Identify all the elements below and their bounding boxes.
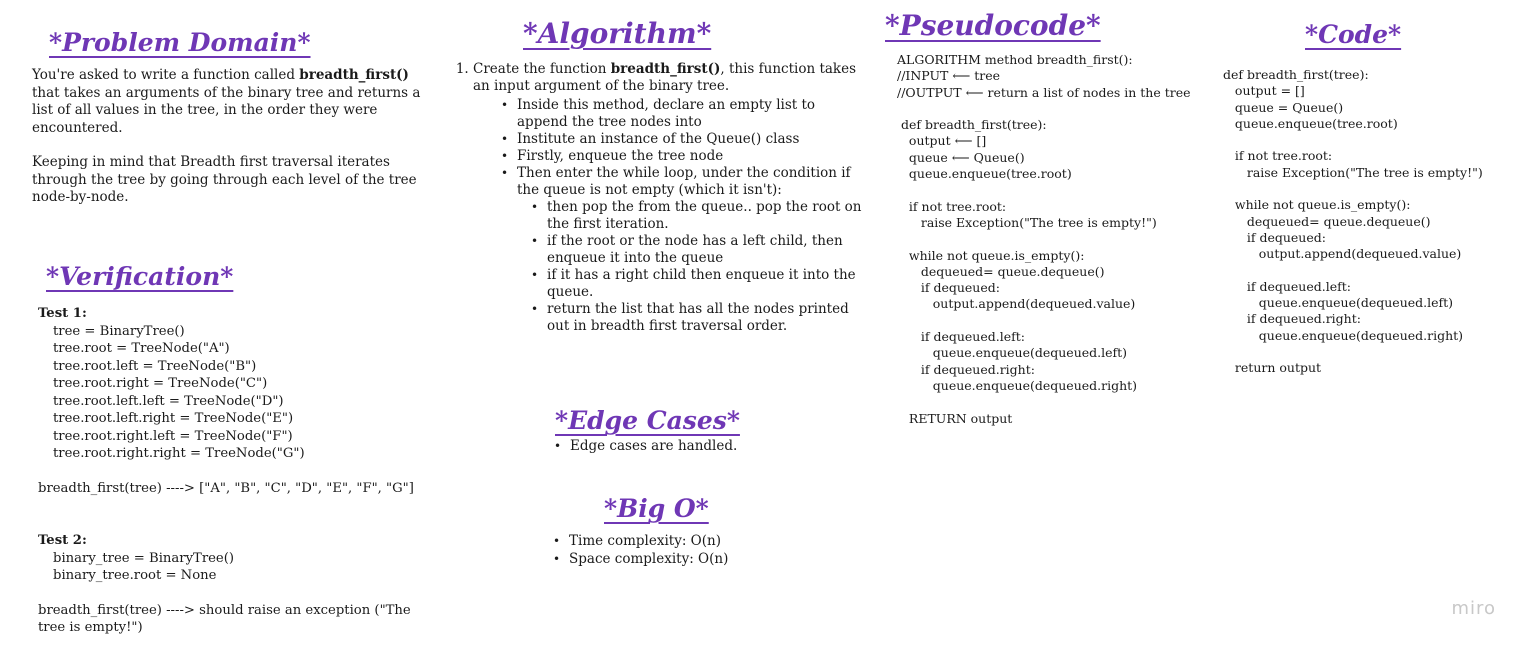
pseudocode-line: if dequeued: [897, 280, 1000, 296]
edge-case-item: Edge cases are handled. [554, 437, 737, 455]
big-o-list: Time complexity: O(n) Space complexity: … [553, 532, 728, 568]
edge-cases-list: Edge cases are handled. [554, 437, 737, 455]
algorithm-list: Create the function breadth_first(), thi… [457, 61, 867, 335]
code-line: def breadth_first(tree): [1223, 67, 1369, 82]
algorithm-substep: Inside this method, declare an empty lis… [501, 97, 867, 131]
code-line: queue.enqueue(tree.root) [1223, 115, 1398, 131]
algorithm-substep: Institute an instance of the Queue() cla… [501, 131, 867, 148]
test2-code: binary_tree = BinaryTree() binary_tree.ro… [38, 550, 438, 585]
pseudocode-line [897, 394, 1191, 410]
test1-result: breadth_first(tree) ----> ["A", "B", "C"… [38, 480, 414, 496]
verification-heading: *Verification* [46, 262, 234, 291]
algorithm-loop-step: then pop the from the queue.. pop the ro… [531, 199, 867, 233]
problem-domain-text: You're asked to write a function called … [32, 67, 424, 207]
pseudocode-block: ALGORITHM method breadth_first()://INPUT… [897, 52, 1191, 427]
pseudocode-line: RETURN output [897, 410, 1013, 426]
code-block: def breadth_first(tree): output = [] que… [1223, 67, 1483, 377]
code-line: if not tree.root: [1223, 148, 1333, 164]
algorithm-step-1: Create the function breadth_first(), thi… [473, 61, 867, 335]
algorithm-steps: Create the function breadth_first(), thi… [457, 61, 867, 335]
pseudocode-line: ALGORITHM method breadth_first(): [897, 52, 1133, 67]
pseudocode-heading: *Pseudocode* [885, 9, 1101, 42]
pseudocode-line: raise Exception("The tree is empty!") [897, 214, 1157, 230]
test2-label: Test 2: [38, 533, 87, 548]
code-line: raise Exception("The tree is empty!") [1223, 164, 1483, 180]
test2-code-line: binary_tree.root = None [53, 568, 217, 583]
pseudocode-line: queue.enqueue(dequeued.left) [897, 345, 1128, 361]
algorithm-loop-step: if the root or the node has a left child… [531, 233, 867, 267]
pseudocode-line: //INPUT ⟵ tree [897, 68, 1001, 84]
test1-code-line: tree = BinaryTree() [53, 323, 185, 339]
pseudocode-line: dequeued= queue.dequeue() [897, 263, 1105, 279]
pseudocode-line [897, 182, 1191, 198]
problem-domain-paragraph-1: You're asked to write a function called … [32, 67, 424, 137]
algorithm-substep: Firstly, enqueue the tree node [501, 148, 867, 165]
edge-cases-heading: *Edge Cases* [555, 406, 740, 435]
algorithm-substep-text: Then enter the while loop, under the con… [517, 165, 851, 198]
test1-code-line: tree.root = TreeNode("A") [53, 341, 230, 356]
algorithm-loop-step: return the list that has all the nodes p… [531, 301, 867, 335]
algorithm-heading: *Algorithm* [523, 17, 712, 50]
pseudocode-line: output ⟵ [] [897, 133, 987, 149]
pseudocode-line: if not tree.root: [897, 198, 1007, 214]
test1-code-line: tree.root.right.right = TreeNode("G") [53, 446, 305, 461]
pseudocode-line: while not queue.is_empty(): [897, 247, 1085, 263]
test2-code-line: binary_tree = BinaryTree() [53, 550, 235, 566]
test1-code-line: tree.root.left.left = TreeNode("D") [53, 393, 284, 409]
code-line: queue = Queue() [1223, 99, 1344, 115]
alg-step-text-before: Create the function [473, 61, 611, 77]
pseudocode-line: queue.enqueue(tree.root) [897, 166, 1072, 182]
test1-code-line: tree.root.right.left = TreeNode("F") [53, 428, 293, 444]
big-o-heading: *Big O* [604, 494, 709, 523]
pseudocode-line: if dequeued.right: [897, 361, 1035, 377]
algorithm-loop-step: if it has a right child then enqueue it … [531, 267, 867, 301]
code-line: if dequeued: [1223, 229, 1326, 245]
code-line: output.append(dequeued.value) [1223, 246, 1462, 262]
code-line: if dequeued.left: [1223, 278, 1351, 294]
pseudocode-line [897, 313, 1191, 329]
pseudocode-line [897, 101, 1191, 117]
problem-domain-paragraph-2: Keeping in mind that Breadth first trave… [32, 154, 417, 205]
big-o-time: Time complexity: O(n) [553, 532, 728, 550]
algorithm-substep: Then enter the while loop, under the con… [501, 165, 867, 335]
miro-logo: miro [1451, 598, 1496, 619]
code-line: dequeued= queue.dequeue() [1223, 213, 1431, 229]
pseudocode-line [897, 231, 1191, 247]
test1-code-line: tree.root.left = TreeNode("B") [53, 358, 257, 374]
code-line: queue.enqueue(dequeued.left) [1223, 295, 1454, 311]
test1-code: tree = BinaryTree() tree.root = TreeNode(… [38, 323, 438, 463]
code-line: while not queue.is_empty(): [1223, 197, 1411, 213]
pseudocode-line: queue ⟵ Queue() [897, 149, 1025, 165]
test1-code-line: tree.root.left.right = TreeNode("E") [53, 411, 294, 426]
pd-function-name: breadth_first() [299, 67, 409, 83]
test1-code-line: tree.root.right = TreeNode("C") [53, 376, 268, 391]
test2-result: breadth_first(tree) ----> should raise a… [38, 602, 411, 636]
code-line: output = [] [1223, 83, 1305, 99]
test1-label: Test 1: [38, 306, 87, 321]
algorithm-loop-steps: then pop the from the queue.. pop the ro… [517, 199, 867, 335]
code-line: if dequeued.right: [1223, 311, 1361, 327]
pd-text-before: You're asked to write a function called [32, 67, 300, 83]
code-heading: *Code* [1305, 20, 1402, 49]
code-line: return output [1223, 360, 1322, 376]
big-o-space: Space complexity: O(n) [553, 550, 728, 568]
pseudocode-line: queue.enqueue(dequeued.right) [897, 377, 1138, 393]
pseudocode-line: output.append(dequeued.value) [897, 296, 1136, 312]
algorithm-substeps: Inside this method, declare an empty lis… [473, 97, 867, 335]
problem-domain-heading: *Problem Domain* [49, 28, 311, 57]
alg-function-name: breadth_first() [610, 61, 721, 77]
code-line: queue.enqueue(dequeued.right) [1223, 327, 1464, 343]
pseudocode-line: def breadth_first(tree): [897, 117, 1047, 133]
verification-text: Test 1: tree = BinaryTree() tree.root = T… [38, 305, 438, 637]
pd-text-after: that takes an arguments of the binary tr… [32, 84, 421, 136]
pseudocode-line: if dequeued.left: [897, 329, 1025, 345]
pseudocode-line: //OUTPUT ⟵ return a list of nodes in the… [897, 84, 1191, 100]
